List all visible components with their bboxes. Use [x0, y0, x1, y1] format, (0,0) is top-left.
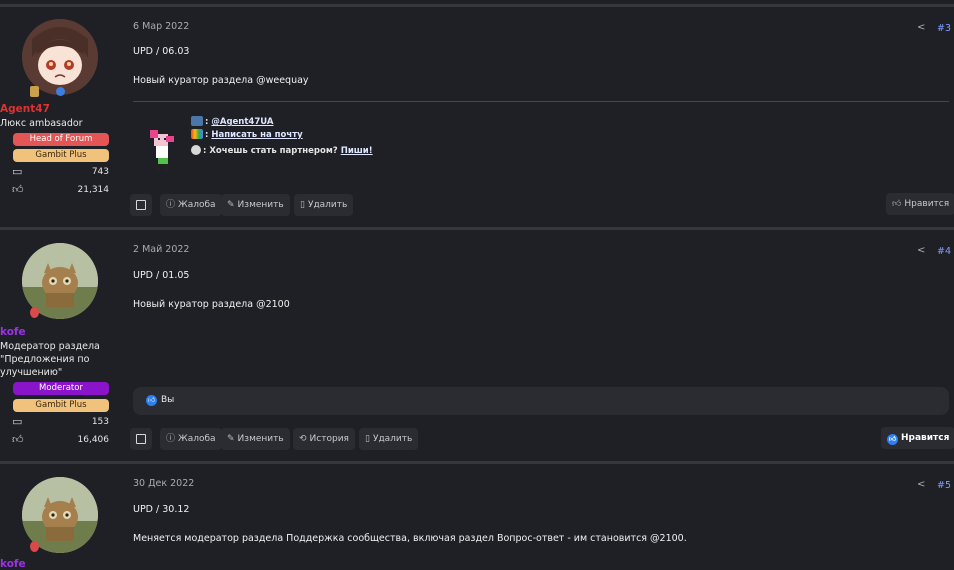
post-line: UPD / 30.12 [133, 504, 190, 515]
rank-badge-icon [30, 541, 39, 552]
share-icon[interactable]: < [917, 479, 925, 490]
post-number[interactable]: #5 [937, 480, 951, 491]
post-line: Меняется модератор раздела Поддержка соо… [133, 533, 687, 544]
post-date[interactable]: 30 Дек 2022 [133, 478, 194, 489]
username[interactable]: kofe [0, 558, 120, 570]
post-5: kofe 30 Дек 2022 < #5 UPD / 30.12 Меняет… [0, 0, 954, 570]
